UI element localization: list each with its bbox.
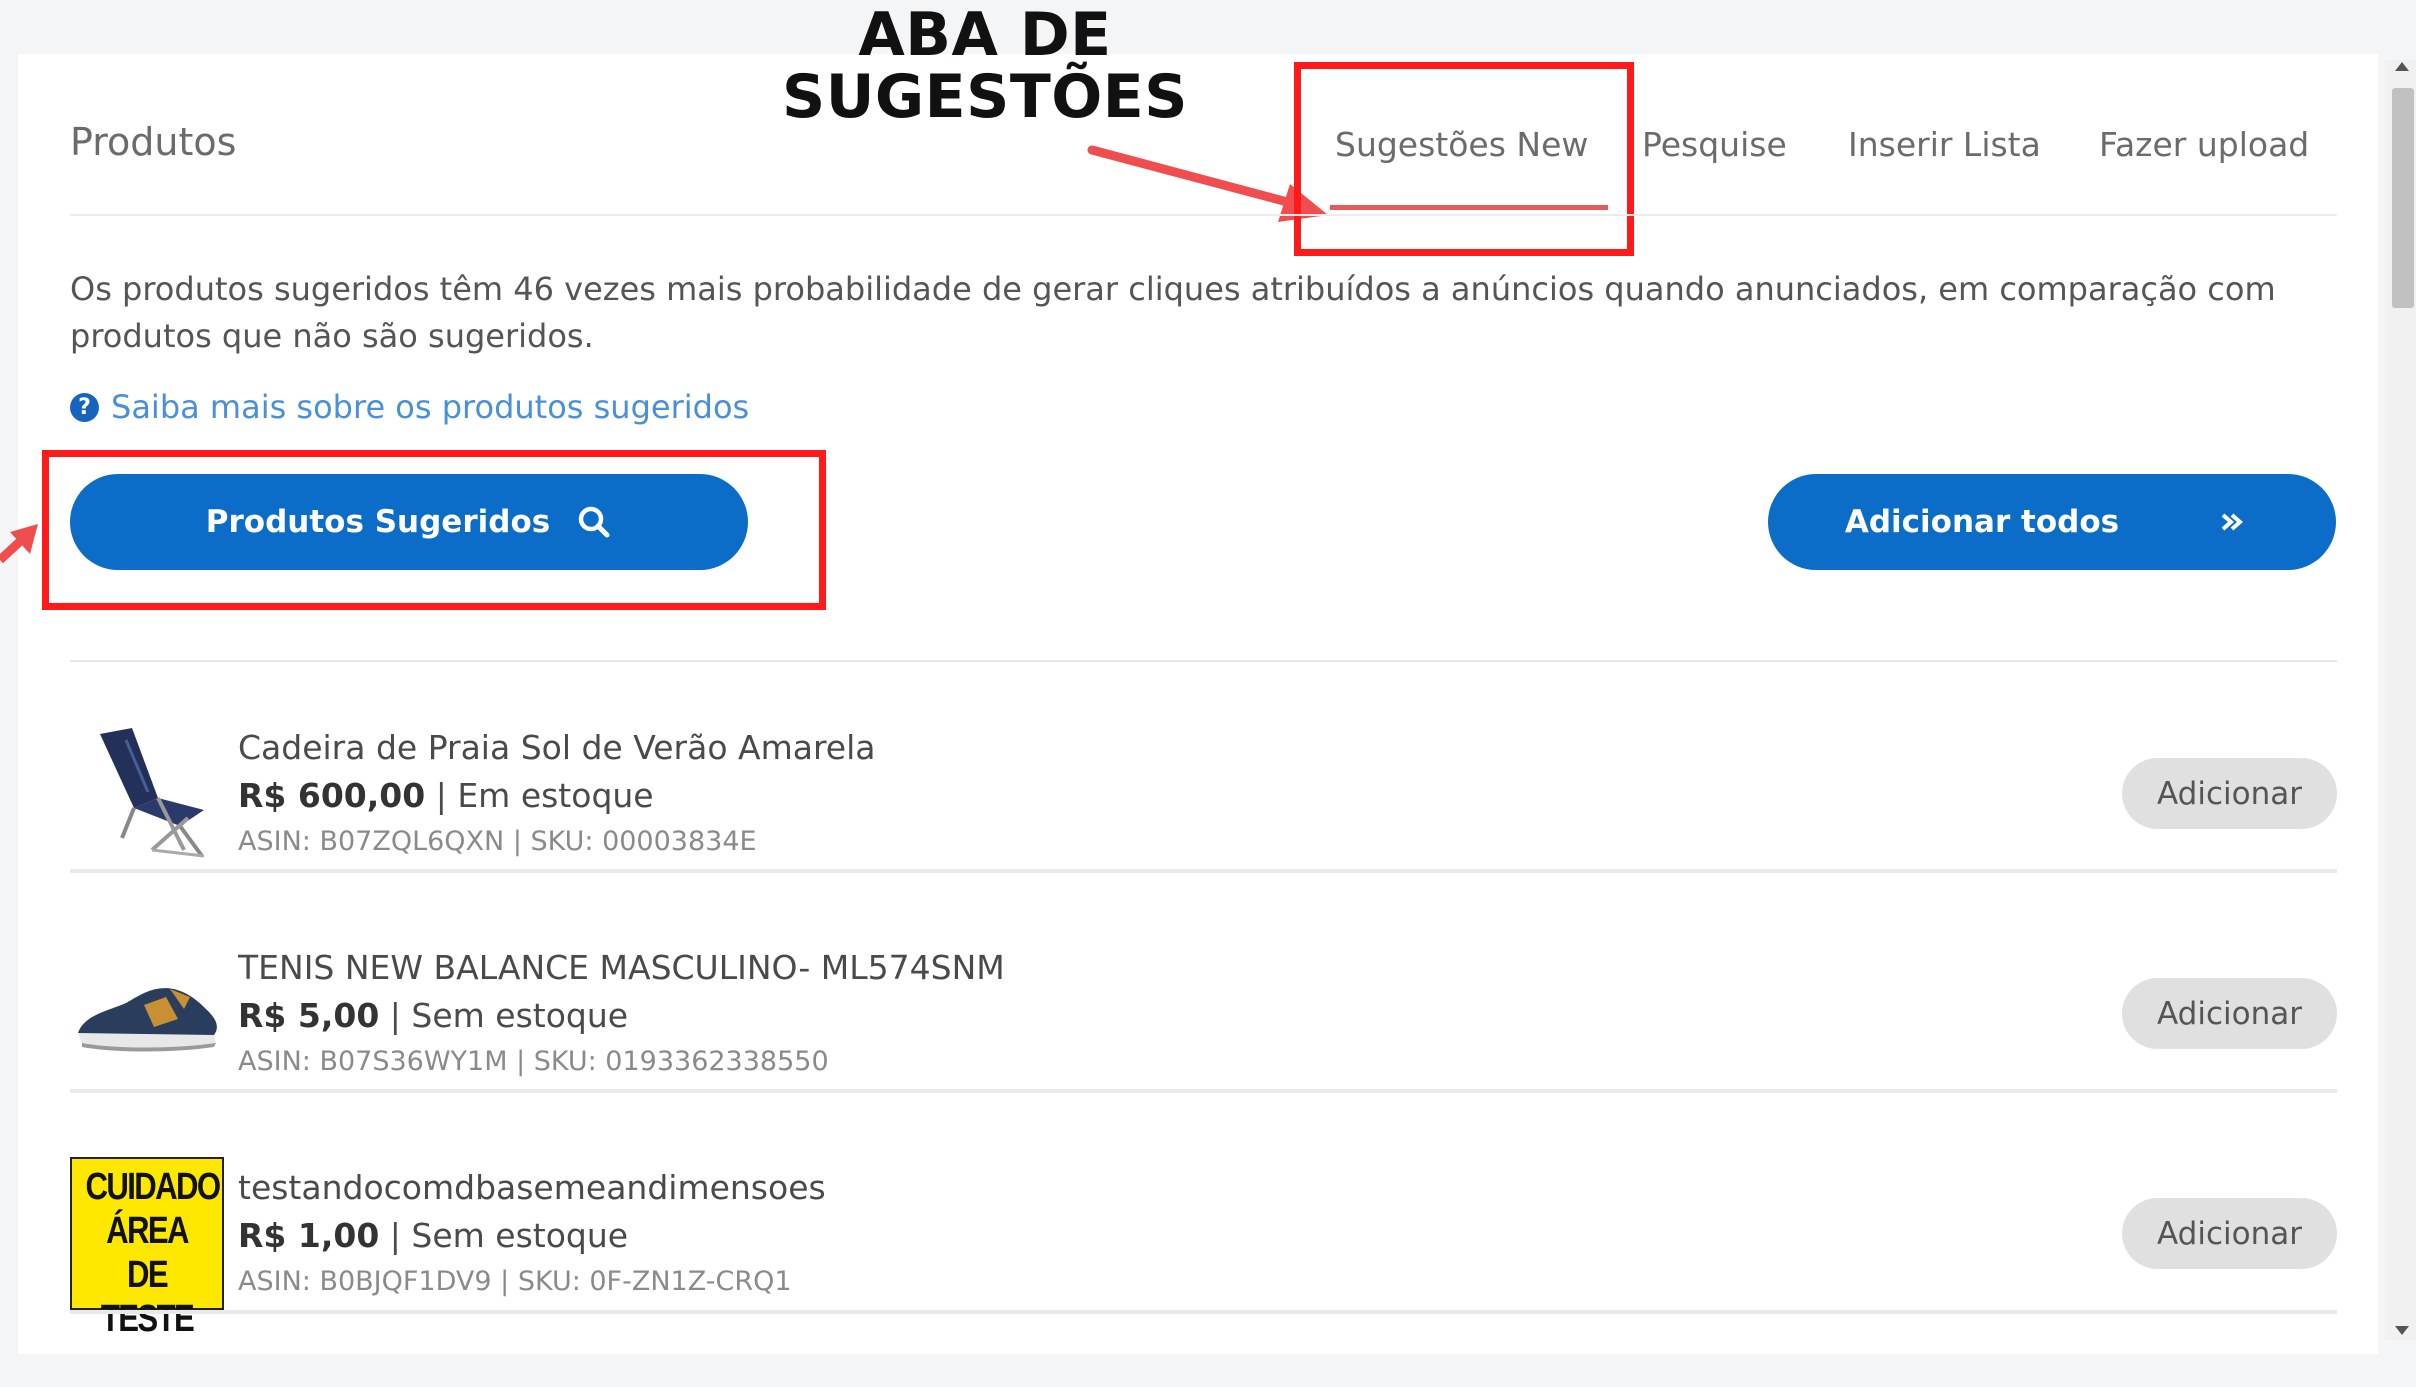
description-text: Os produtos sugeridos têm 46 vezes mais … — [70, 270, 2276, 355]
active-tab-indicator — [1330, 205, 1608, 210]
product-price: R$ 5,00 — [238, 996, 380, 1035]
tabs-divider — [70, 214, 2337, 216]
add-product-button[interactable]: Adicionar — [2122, 758, 2337, 829]
product-stock: Sem estoque — [411, 1216, 629, 1255]
product-price-line: R$ 5,00 | Sem estoque — [238, 996, 628, 1035]
add-product-button[interactable]: Adicionar — [2122, 978, 2337, 1049]
product-name: Cadeira de Praia Sol de Verão Amarela — [238, 728, 876, 767]
product-name: TENIS NEW BALANCE MASCULINO- ML574SNM — [238, 948, 1005, 987]
price-separator: | — [379, 1216, 412, 1255]
beach-chair-image — [100, 728, 205, 858]
row-divider — [70, 869, 2337, 873]
tab-fazer-upload[interactable]: Fazer upload — [2099, 125, 2309, 164]
product-meta: ASIN: B0BJQF1DV9 | SKU: 0F-ZN1Z-CRQ1 — [238, 1266, 792, 1297]
annotation-title-line1: ABA DE — [858, 0, 1112, 70]
main-panel — [18, 54, 2378, 1354]
tab-sugestoes-new[interactable]: Sugestões New — [1335, 125, 1588, 164]
help-link-label: Saiba mais sobre os produtos sugeridos — [111, 388, 750, 426]
sign-line-1: CUIDADO — [85, 1166, 222, 1208]
question-circle-icon: ? — [70, 392, 99, 422]
search-icon — [578, 506, 610, 538]
list-top-divider — [70, 660, 2337, 662]
warning-sign-image: CUIDADO ÁREA DE TESTE — [70, 1157, 224, 1340]
double-chevron-right-icon — [2221, 513, 2244, 531]
annotation-title: ABA DE SUGESTÕES — [740, 4, 1230, 128]
price-separator: | — [379, 996, 412, 1035]
tab-inserir-lista[interactable]: Inserir Lista — [1848, 125, 2041, 164]
sneaker-image — [78, 988, 217, 1052]
product-price: R$ 600,00 — [238, 776, 426, 815]
product-stock: Sem estoque — [411, 996, 629, 1035]
product-meta: ASIN: B07ZQL6QXN | SKU: 00003834E — [238, 826, 757, 857]
scroll-down-arrow-icon[interactable] — [2395, 1326, 2409, 1335]
add-all-button[interactable]: Adicionar todos — [1768, 474, 2336, 570]
product-stock: Em estoque — [457, 776, 654, 815]
product-price: R$ 1,00 — [238, 1216, 380, 1255]
suggested-products-button[interactable]: Produtos Sugeridos — [70, 474, 748, 570]
sign-line-2: ÁREA DE — [106, 1210, 189, 1296]
product-price-line: R$ 1,00 | Sem estoque — [238, 1216, 628, 1255]
add-product-button[interactable]: Adicionar — [2122, 1198, 2337, 1269]
annotation-title-line2: SUGESTÕES — [781, 62, 1188, 132]
help-link[interactable]: ? Saiba mais sobre os produtos sugeridos — [70, 388, 749, 426]
price-separator: | — [425, 776, 458, 815]
scroll-up-arrow-icon[interactable] — [2395, 62, 2409, 71]
page-title: Produtos — [70, 120, 237, 164]
row-divider — [70, 1310, 2337, 1314]
tab-pesquise[interactable]: Pesquise — [1642, 125, 1787, 164]
product-name: testandocomdbasemeandimensoes — [238, 1168, 826, 1207]
sign-line-3: TESTE — [100, 1298, 195, 1340]
product-price-line: R$ 600,00 | Em estoque — [238, 776, 654, 815]
scrollbar-thumb[interactable] — [2392, 88, 2414, 308]
annotation-arrow-left-icon — [0, 524, 38, 564]
add-all-label: Adicionar todos — [1844, 504, 2120, 540]
row-divider — [70, 1089, 2337, 1093]
product-meta: ASIN: B07S36WY1M | SKU: 0193362338550 — [238, 1046, 829, 1077]
suggested-products-label: Produtos Sugeridos — [205, 504, 551, 540]
